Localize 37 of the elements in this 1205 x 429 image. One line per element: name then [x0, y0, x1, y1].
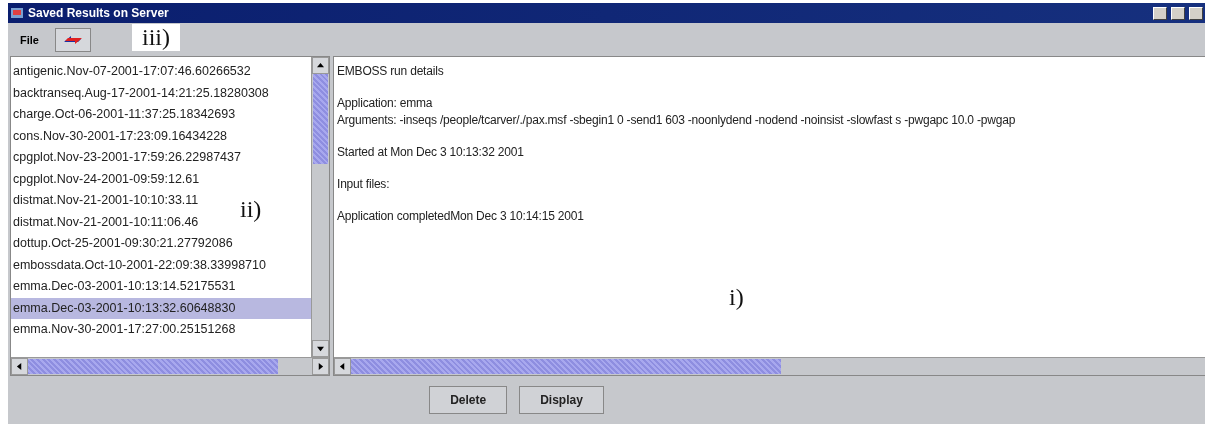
annotation-label: iii) [132, 24, 180, 51]
window-title: Saved Results on Server [28, 6, 170, 20]
list-item[interactable]: cpgplot.Nov-24-2001-09:59:12.61 [11, 168, 200, 190]
close-button[interactable] [1189, 6, 1203, 20]
detail-line: Input files: [337, 176, 391, 193]
scroll-left-icon[interactable] [16, 363, 23, 370]
action-button[interactable]: Delete [429, 386, 508, 414]
list-item[interactable]: distmat.Nov-21-2001-10:10:33.11 [11, 190, 199, 212]
detail-line: EMBOSS run details [337, 63, 445, 80]
list-item[interactable]: cons.Nov-30-2001-17:23:09.16434228 [11, 125, 228, 147]
list-item[interactable]: embossdata.Oct-10-2001-22:09:38.33998710 [11, 254, 266, 276]
list-item[interactable]: antigenic.Nov-07-2001-17:07:46.60266532 [11, 61, 251, 83]
list-item[interactable]: cpgplot.Nov-23-2001-17:59:26.22987437 [11, 147, 241, 169]
app-icon [10, 6, 24, 20]
detail-line: Arguments: -inseqs /people/tcarver/./pax.msf -sbegin1 0 -send1 603 -noonlydend -nodend -noinsist -slowfast s -pwgapc 10.0 -pwgap [337, 112, 1017, 129]
action-button[interactable]: Display [519, 386, 604, 414]
minimize-button[interactable] [1153, 6, 1167, 20]
list-item[interactable]: backtranseq.Aug-17-2001-14:21:25.18280308 [11, 82, 269, 104]
detail-line: Application: emma [337, 95, 434, 112]
maximize-button[interactable] [1171, 6, 1185, 20]
scroll-right-icon[interactable] [317, 363, 324, 370]
vertical-scrollbar[interactable] [311, 57, 329, 357]
list-item[interactable]: emma.Dec-03-2001-10:13:32.60648830 [11, 297, 311, 319]
list-item[interactable]: charge.Oct-06-2001-11:37:25.18342693 [11, 104, 236, 126]
horizontal-scrollbar[interactable] [334, 357, 1205, 375]
scroll-left-icon[interactable] [339, 363, 346, 370]
scroll-down-icon[interactable] [317, 345, 324, 352]
list-item[interactable]: emma.Dec-03-2001-10:13:14.52175531 [11, 276, 236, 298]
scroll-up-icon[interactable] [317, 62, 324, 69]
horizontal-scrollbar[interactable] [11, 357, 329, 375]
detail-line: Started at Mon Dec 3 10:13:32 2001 [337, 144, 525, 161]
list-item[interactable]: dottup.Oct-25-2001-09:30:21.27792086 [11, 233, 233, 255]
toolbar-button[interactable] [54, 27, 91, 52]
list-item[interactable]: emma.Nov-30-2001-17:27:00.25151268 [11, 319, 236, 341]
detail-line: Application completedMon Dec 3 10:14:15 2001 [337, 208, 585, 225]
menu-item[interactable]: File [20, 33, 39, 46]
list-item[interactable]: distmat.Nov-21-2001-10:11:06.46 [11, 211, 199, 233]
